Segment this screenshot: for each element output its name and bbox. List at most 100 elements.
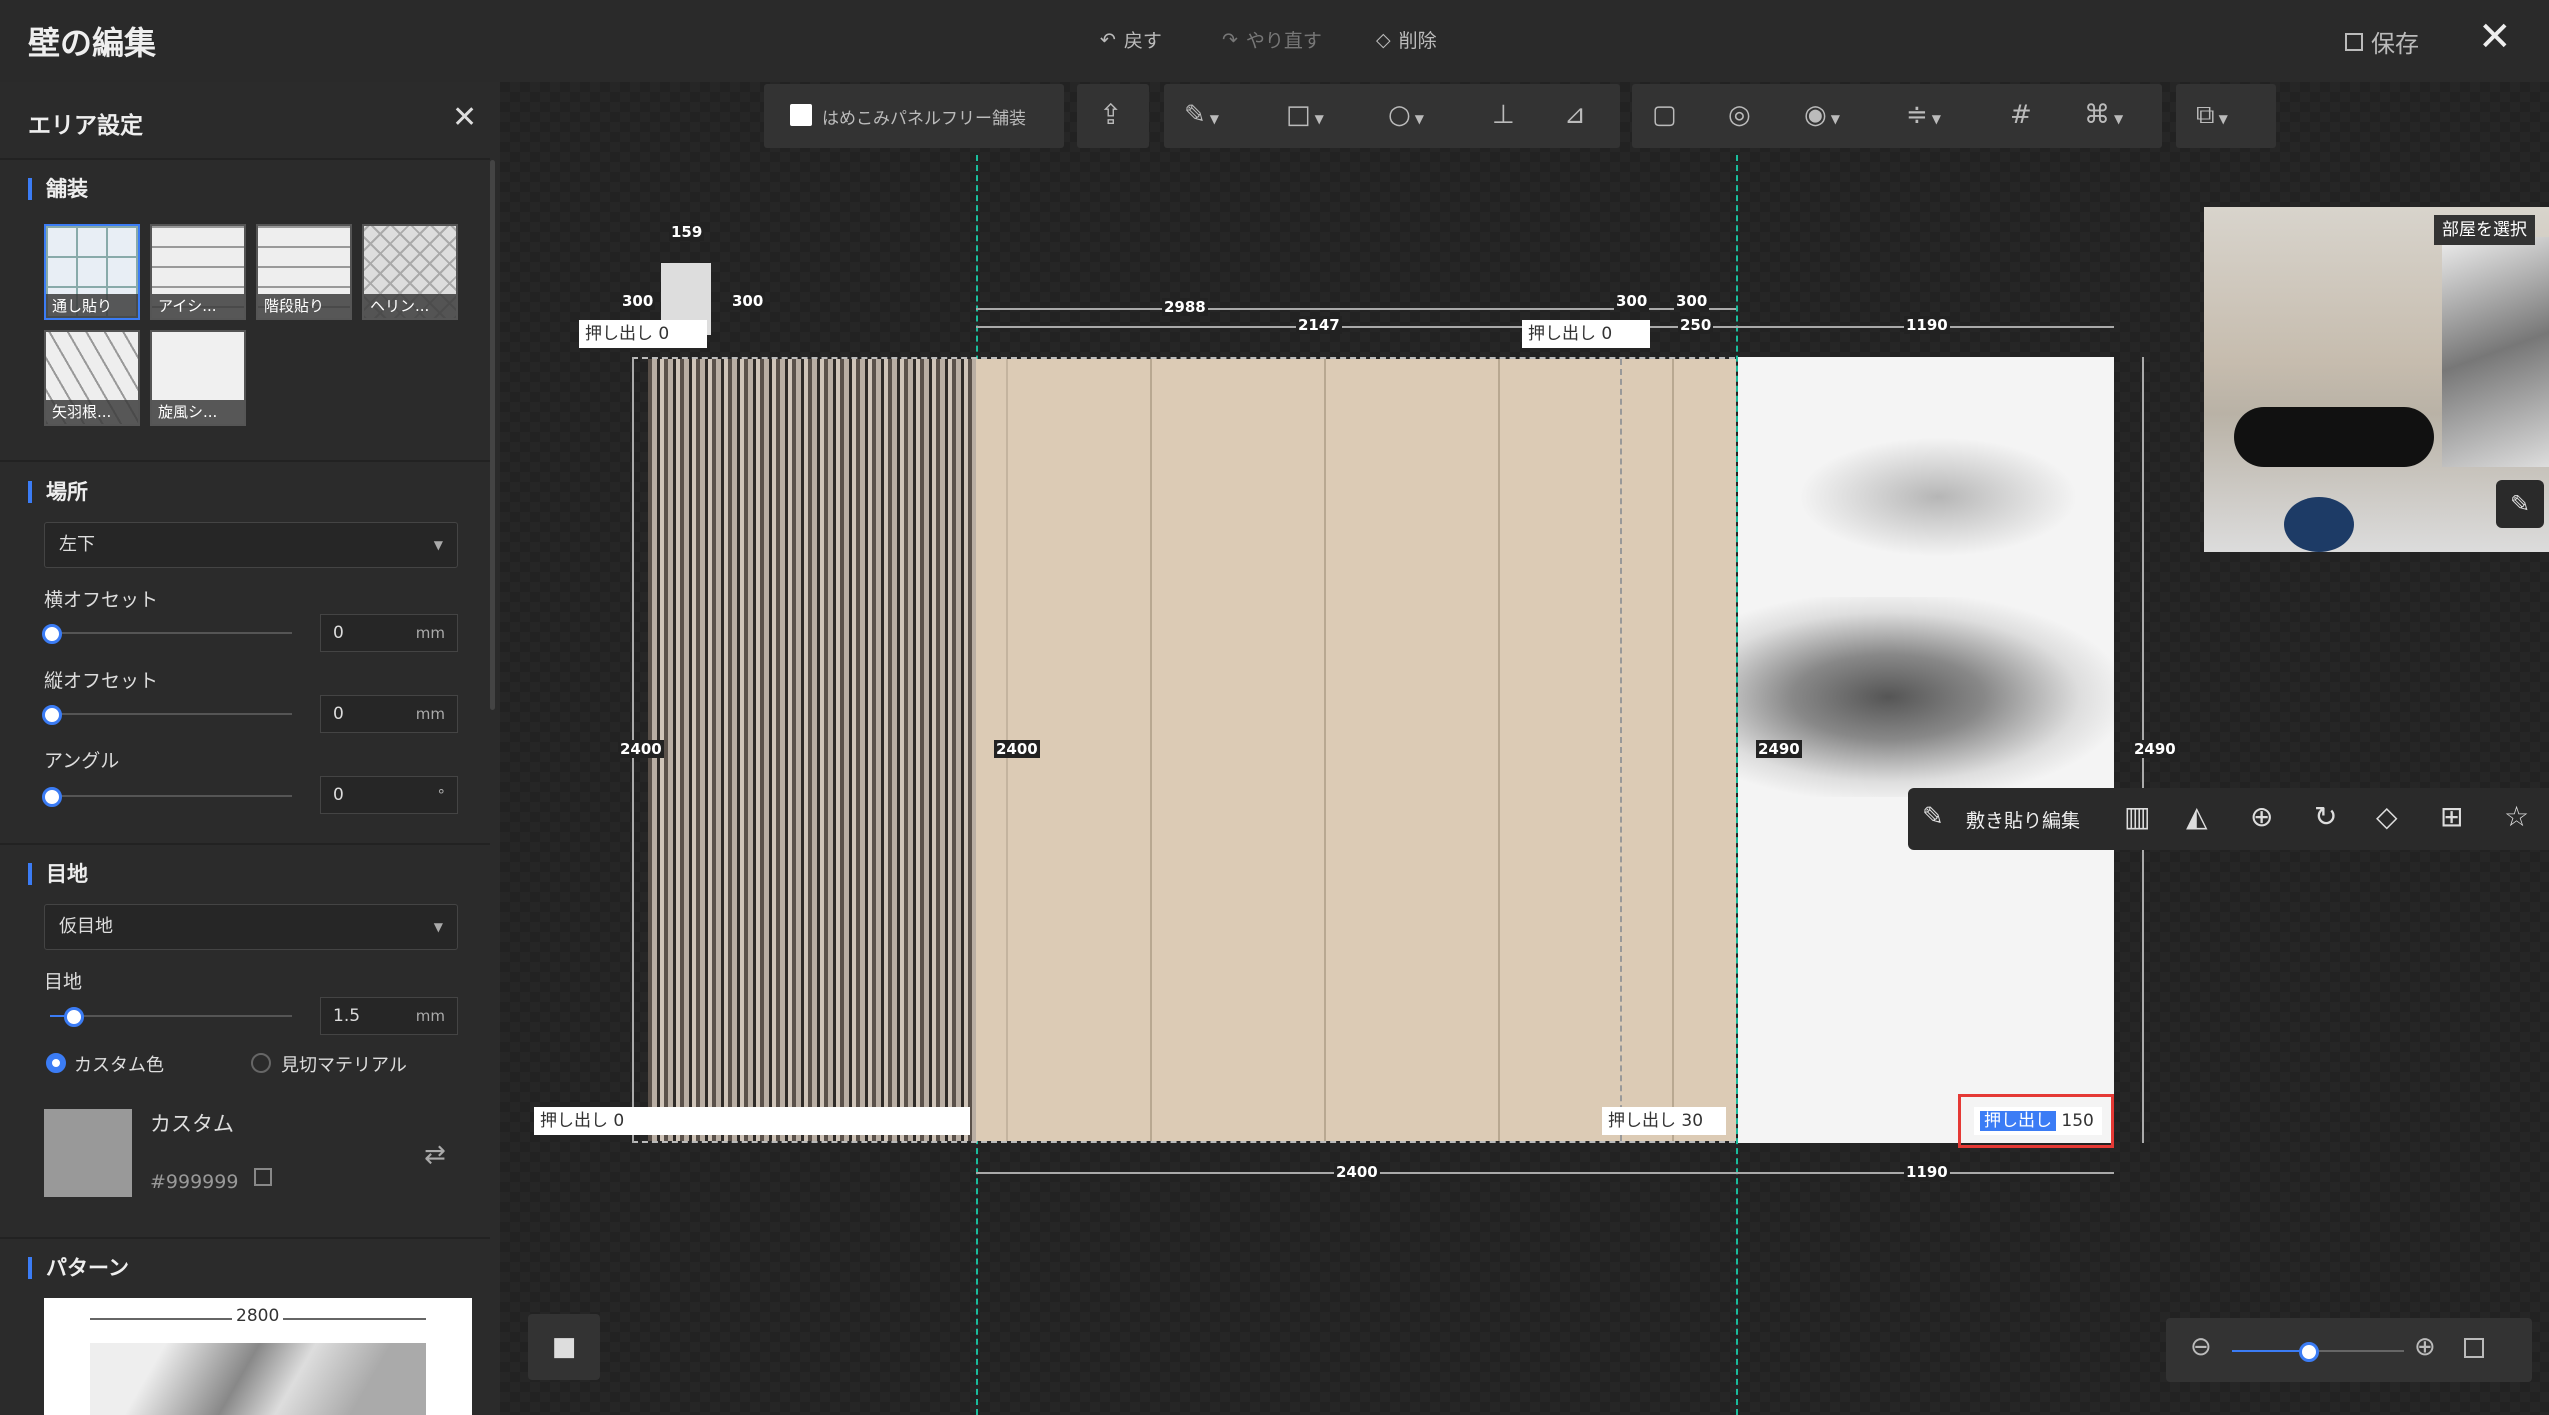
- add-panel-icon[interactable]: ⊞: [2440, 800, 2463, 833]
- joint-color-name: カスタム: [150, 1112, 234, 1136]
- flip-icon[interactable]: ◭: [2186, 800, 2208, 833]
- eraser-icon: ◇: [1376, 28, 1391, 51]
- push-label-selected[interactable]: 押し出し 150: [1974, 1107, 2102, 1135]
- pattern-swatch-herringbone[interactable]: ヘリン...: [362, 224, 458, 320]
- 3d-view-button[interactable]: ■: [528, 1314, 600, 1380]
- joint-width-slider[interactable]: [50, 1015, 292, 1017]
- rectangle-tool-icon[interactable]: □ ▼: [1286, 100, 1324, 130]
- page-title: 壁の編集: [28, 24, 157, 62]
- zoom-in-icon[interactable]: ⊕: [2414, 1332, 2436, 1362]
- dimension-label: 2400: [994, 740, 1040, 758]
- circle-tool-icon[interactable]: ○ ▼: [1388, 100, 1424, 130]
- panel-seam: [1324, 359, 1326, 1141]
- select-room-button[interactable]: 部屋を選択: [2434, 215, 2535, 245]
- joint-width-input[interactable]: 1.5 mm: [320, 997, 458, 1035]
- divider: [0, 1237, 490, 1239]
- push-label[interactable]: 押し出し 0: [1522, 320, 1650, 348]
- joint-color-swatch[interactable]: [44, 1109, 132, 1197]
- dimension-label: 2988: [1162, 298, 1208, 316]
- dimension-label: 2147: [1296, 316, 1342, 334]
- marble-vein: [1738, 597, 2114, 797]
- angle-input[interactable]: 0 °: [320, 776, 458, 814]
- view-tools-group: [1632, 84, 2162, 148]
- push-label[interactable]: 押し出し 30: [1602, 1107, 1726, 1135]
- eye-icon[interactable]: ◉ ▼: [1804, 100, 1840, 130]
- panel-title: エリア設定: [28, 113, 143, 139]
- push-label[interactable]: 押し出し 0: [579, 320, 707, 348]
- pattern-swatch-stair[interactable]: 階段貼り: [256, 224, 352, 320]
- dimension-label: 300: [730, 292, 766, 310]
- joint-type-dropdown[interactable]: 仮目地 ▼: [44, 904, 458, 950]
- panel-close-icon[interactable]: ✕: [452, 100, 477, 135]
- pattern-dimension-label: 2800: [232, 1306, 284, 1326]
- v-offset-slider-knob[interactable]: [42, 705, 62, 725]
- align-icon[interactable]: ⊥: [1492, 100, 1515, 130]
- panel-seam: [1150, 359, 1152, 1141]
- embed-toggle[interactable]: はめこみパネルフリー舗装: [764, 84, 1064, 148]
- star-icon[interactable]: ☆: [2504, 800, 2529, 833]
- pattern-swatch-chevron[interactable]: 矢羽根...: [44, 330, 140, 426]
- pattern-preview: 2800: [44, 1298, 472, 1415]
- pattern-heading: パターン: [28, 1257, 129, 1279]
- angle-slider-knob[interactable]: [42, 787, 62, 807]
- edit-preview-icon[interactable]: ✎: [2496, 480, 2544, 528]
- paving-heading: 舗装: [28, 178, 88, 200]
- layer-menu[interactable]: ⧉ ▼: [2176, 84, 2276, 148]
- save-button[interactable]: 保存: [2345, 24, 2419, 59]
- pattern-swatch-ashlar[interactable]: アイシ...: [150, 224, 246, 320]
- close-icon[interactable]: ✕: [2478, 14, 2512, 60]
- save-icon: [2345, 32, 2363, 51]
- anchor-dropdown[interactable]: 左下 ▼: [44, 522, 458, 568]
- v-offset-slider[interactable]: [50, 713, 292, 715]
- swap-icon[interactable]: ⇄: [424, 1140, 446, 1170]
- pave-edit-icon: ✎: [1922, 802, 1944, 832]
- grid-icon[interactable]: #: [2010, 100, 2032, 130]
- custom-color-radio[interactable]: [46, 1053, 66, 1073]
- slatted-panel[interactable]: [648, 359, 976, 1141]
- divider: [0, 460, 490, 462]
- h-offset-slider[interactable]: [50, 632, 292, 634]
- level-icon[interactable]: ≑ ▼: [1906, 100, 1941, 130]
- dimension-label: 2400: [618, 740, 664, 758]
- angle-label: アングル: [44, 750, 120, 772]
- preview-marble-wall: [2442, 237, 2549, 467]
- panel-layout-icon[interactable]: ▥: [2124, 800, 2150, 833]
- fit-screen-icon[interactable]: [2464, 1338, 2484, 1358]
- v-offset-label: 縦オフセット: [44, 670, 159, 692]
- crosshair-icon[interactable]: ⊕: [2250, 800, 2273, 833]
- dimension-label: 2400: [1334, 1163, 1380, 1181]
- redo-button[interactable]: ↷ やり直す: [1222, 26, 1322, 53]
- undo-button[interactable]: ↶ 戻す: [1100, 26, 1162, 53]
- wood-panel[interactable]: [976, 359, 1736, 1141]
- h-offset-label: 横オフセット: [44, 589, 159, 611]
- v-offset-input[interactable]: 0 mm: [320, 695, 458, 733]
- dimension-label: 1190: [1904, 316, 1950, 334]
- push-label[interactable]: 押し出し 0: [534, 1107, 970, 1135]
- pattern-swatch-pinwheel[interactable]: 旋風シ...: [150, 330, 246, 426]
- left-panel-scrollbar[interactable]: [490, 160, 495, 710]
- joint-heading: 目地: [28, 863, 88, 885]
- pattern-swatch-straight[interactable]: 通し貼り: [44, 224, 140, 320]
- material-radio[interactable]: [251, 1053, 271, 1073]
- eraser-icon[interactable]: ◇: [2376, 800, 2398, 833]
- frame-icon[interactable]: ▢: [1652, 100, 1677, 130]
- material-radio-label: 見切マテリアル: [281, 1055, 407, 1076]
- copy-icon[interactable]: [254, 1168, 272, 1186]
- marble-vein: [1798, 437, 2078, 557]
- joint-width-label: 目地: [44, 971, 83, 993]
- h-offset-input[interactable]: 0 mm: [320, 614, 458, 652]
- upload-button[interactable]: ⇪: [1077, 84, 1149, 148]
- zoom-out-icon[interactable]: ⊖: [2190, 1332, 2212, 1362]
- pave-edit-button[interactable]: 敷き貼り編集: [1966, 806, 2080, 833]
- lasso-icon[interactable]: ◎: [1728, 100, 1751, 130]
- brush-icon[interactable]: ⌘ ▼: [2084, 100, 2123, 130]
- dimension-label: 300: [1614, 292, 1650, 310]
- angle-slider[interactable]: [50, 795, 292, 797]
- edit-shape-icon[interactable]: ⊿: [1564, 100, 1586, 130]
- rotate-icon[interactable]: ↻: [2314, 800, 2337, 833]
- pen-tool-icon[interactable]: ✎ ▼: [1184, 100, 1219, 130]
- delete-button[interactable]: ◇ 削除: [1376, 26, 1437, 53]
- dimension-label: 300: [1674, 292, 1710, 310]
- embed-checkbox[interactable]: [790, 104, 812, 126]
- h-offset-slider-knob[interactable]: [42, 624, 62, 644]
